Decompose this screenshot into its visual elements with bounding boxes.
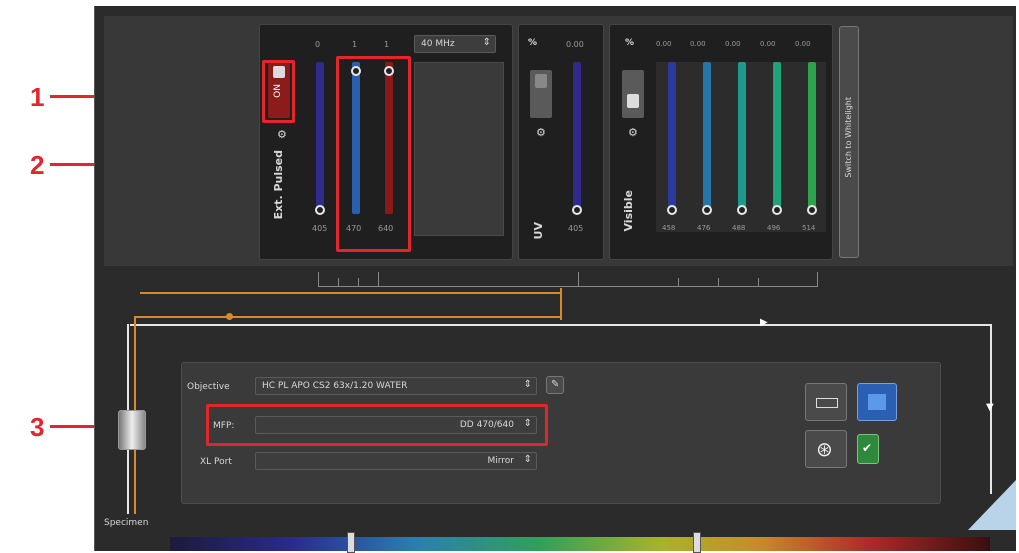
- slider-496-knob[interactable]: [772, 205, 782, 215]
- uv-panel: [518, 24, 604, 260]
- detector-icon: [816, 398, 838, 408]
- uv-gear-icon[interactable]: ⚙: [536, 126, 546, 139]
- wavelength-476: 476: [697, 224, 711, 232]
- ext-pulsed-graph-area: [414, 62, 504, 236]
- wavelength-496: 496: [767, 224, 781, 232]
- slider-476[interactable]: [703, 62, 711, 214]
- visible-value-496: 0.00: [760, 40, 776, 48]
- xl-port-value: Mirror: [487, 456, 514, 466]
- objective-lens-icon[interactable]: [118, 410, 146, 450]
- slider-458[interactable]: [668, 62, 676, 214]
- spin-arrows-icon: ⇕: [523, 379, 532, 390]
- beam-dot: [226, 313, 233, 320]
- slider-488[interactable]: [738, 62, 746, 214]
- callout-1: 1: [30, 82, 45, 112]
- uv-slider-knob[interactable]: [572, 205, 582, 215]
- visible-gear-icon[interactable]: ⚙: [628, 126, 638, 139]
- slider-488-knob[interactable]: [737, 205, 747, 215]
- objective-select[interactable]: HC PL APO CS2 63x/1.20 WATER ⇕: [255, 377, 537, 395]
- checkmark-icon: ✔: [862, 441, 873, 455]
- top-value-470: 1: [352, 40, 358, 49]
- spectrum-bar: [170, 537, 990, 551]
- top-value-405: 0: [315, 40, 321, 49]
- uv-percent-label: %: [528, 38, 538, 48]
- uv-toggle[interactable]: [530, 70, 552, 118]
- visible-percent-label: %: [625, 38, 635, 48]
- spin-arrows-icon: ⇕: [482, 37, 491, 48]
- ext-pulsed-label: Ext. Pulsed: [272, 150, 285, 220]
- wavelength-514: 514: [802, 224, 816, 232]
- uv-slider[interactable]: [573, 62, 581, 214]
- uv-toggle-handle: [535, 74, 547, 88]
- uv-wavelength: 405: [568, 224, 584, 233]
- visible-value-458: 0.00: [656, 40, 672, 48]
- beam-white-top: [130, 324, 992, 326]
- slider-405-knob[interactable]: [315, 205, 325, 215]
- slider-405[interactable]: [316, 62, 324, 214]
- highlight-box-1: [262, 60, 295, 123]
- beam-arrow-right-icon: ▶: [760, 317, 768, 328]
- apply-button[interactable]: ✔: [857, 434, 879, 464]
- slider-514[interactable]: [808, 62, 816, 214]
- visible-value-476: 0.00: [690, 40, 706, 48]
- wrench-icon: ✎: [551, 379, 560, 390]
- wavelength-488: 488: [732, 224, 746, 232]
- visible-label: Visible: [622, 190, 635, 232]
- spin-arrows-icon: ⇕: [523, 454, 532, 465]
- switch-button-label: Switch to Whitelight: [844, 97, 853, 178]
- settings-wheel-button[interactable]: ⊛: [805, 430, 847, 468]
- objective-edit-button[interactable]: ✎: [546, 376, 564, 394]
- frequency-select[interactable]: 40 MHz ⇕: [414, 35, 496, 53]
- visible-toggle-handle: [627, 94, 639, 108]
- highlight-box-2: [336, 56, 411, 252]
- spectrum-marker-left[interactable]: [347, 532, 355, 553]
- filter-cube-icon: [868, 394, 886, 410]
- prism-icon: [968, 480, 1016, 530]
- wavelength-458: 458: [662, 224, 676, 232]
- slider-514-knob[interactable]: [807, 205, 817, 215]
- beam-arrow-down-icon: ▼: [986, 402, 994, 413]
- visible-toggle[interactable]: [622, 70, 644, 118]
- ext-pulsed-gear-icon[interactable]: ⚙: [277, 128, 287, 141]
- specimen-label: Specimen: [104, 518, 149, 528]
- wavelength-405: 405: [312, 224, 328, 233]
- aperture-wheel-icon: ⊛: [816, 437, 833, 461]
- objective-value: HC PL APO CS2 63x/1.20 WATER: [262, 381, 408, 391]
- callout-2: 2: [30, 150, 45, 180]
- slider-458-knob[interactable]: [667, 205, 677, 215]
- beam-orange-top: [135, 316, 560, 318]
- spectrum-marker-right[interactable]: [693, 532, 701, 553]
- callout-3: 3: [30, 412, 45, 442]
- visible-value-488: 0.00: [725, 40, 741, 48]
- uv-label: UV: [532, 222, 545, 240]
- visible-value-514: 0.00: [795, 40, 811, 48]
- beam-orange-horizontal: [140, 292, 562, 294]
- panel-bracket: [318, 272, 818, 288]
- slider-496[interactable]: [773, 62, 781, 214]
- objective-label: Objective: [187, 382, 230, 392]
- filter-cube-button[interactable]: [857, 383, 897, 421]
- xl-port-select[interactable]: Mirror ⇕: [255, 452, 537, 470]
- top-value-640: 1: [384, 40, 390, 49]
- detector-button[interactable]: [805, 383, 847, 421]
- uv-value: 0.00: [566, 40, 584, 49]
- xl-port-label: XL Port: [200, 457, 232, 467]
- slider-476-knob[interactable]: [702, 205, 712, 215]
- highlight-box-3: [206, 404, 548, 446]
- switch-to-whitelight-button[interactable]: Switch to Whitelight: [839, 26, 859, 258]
